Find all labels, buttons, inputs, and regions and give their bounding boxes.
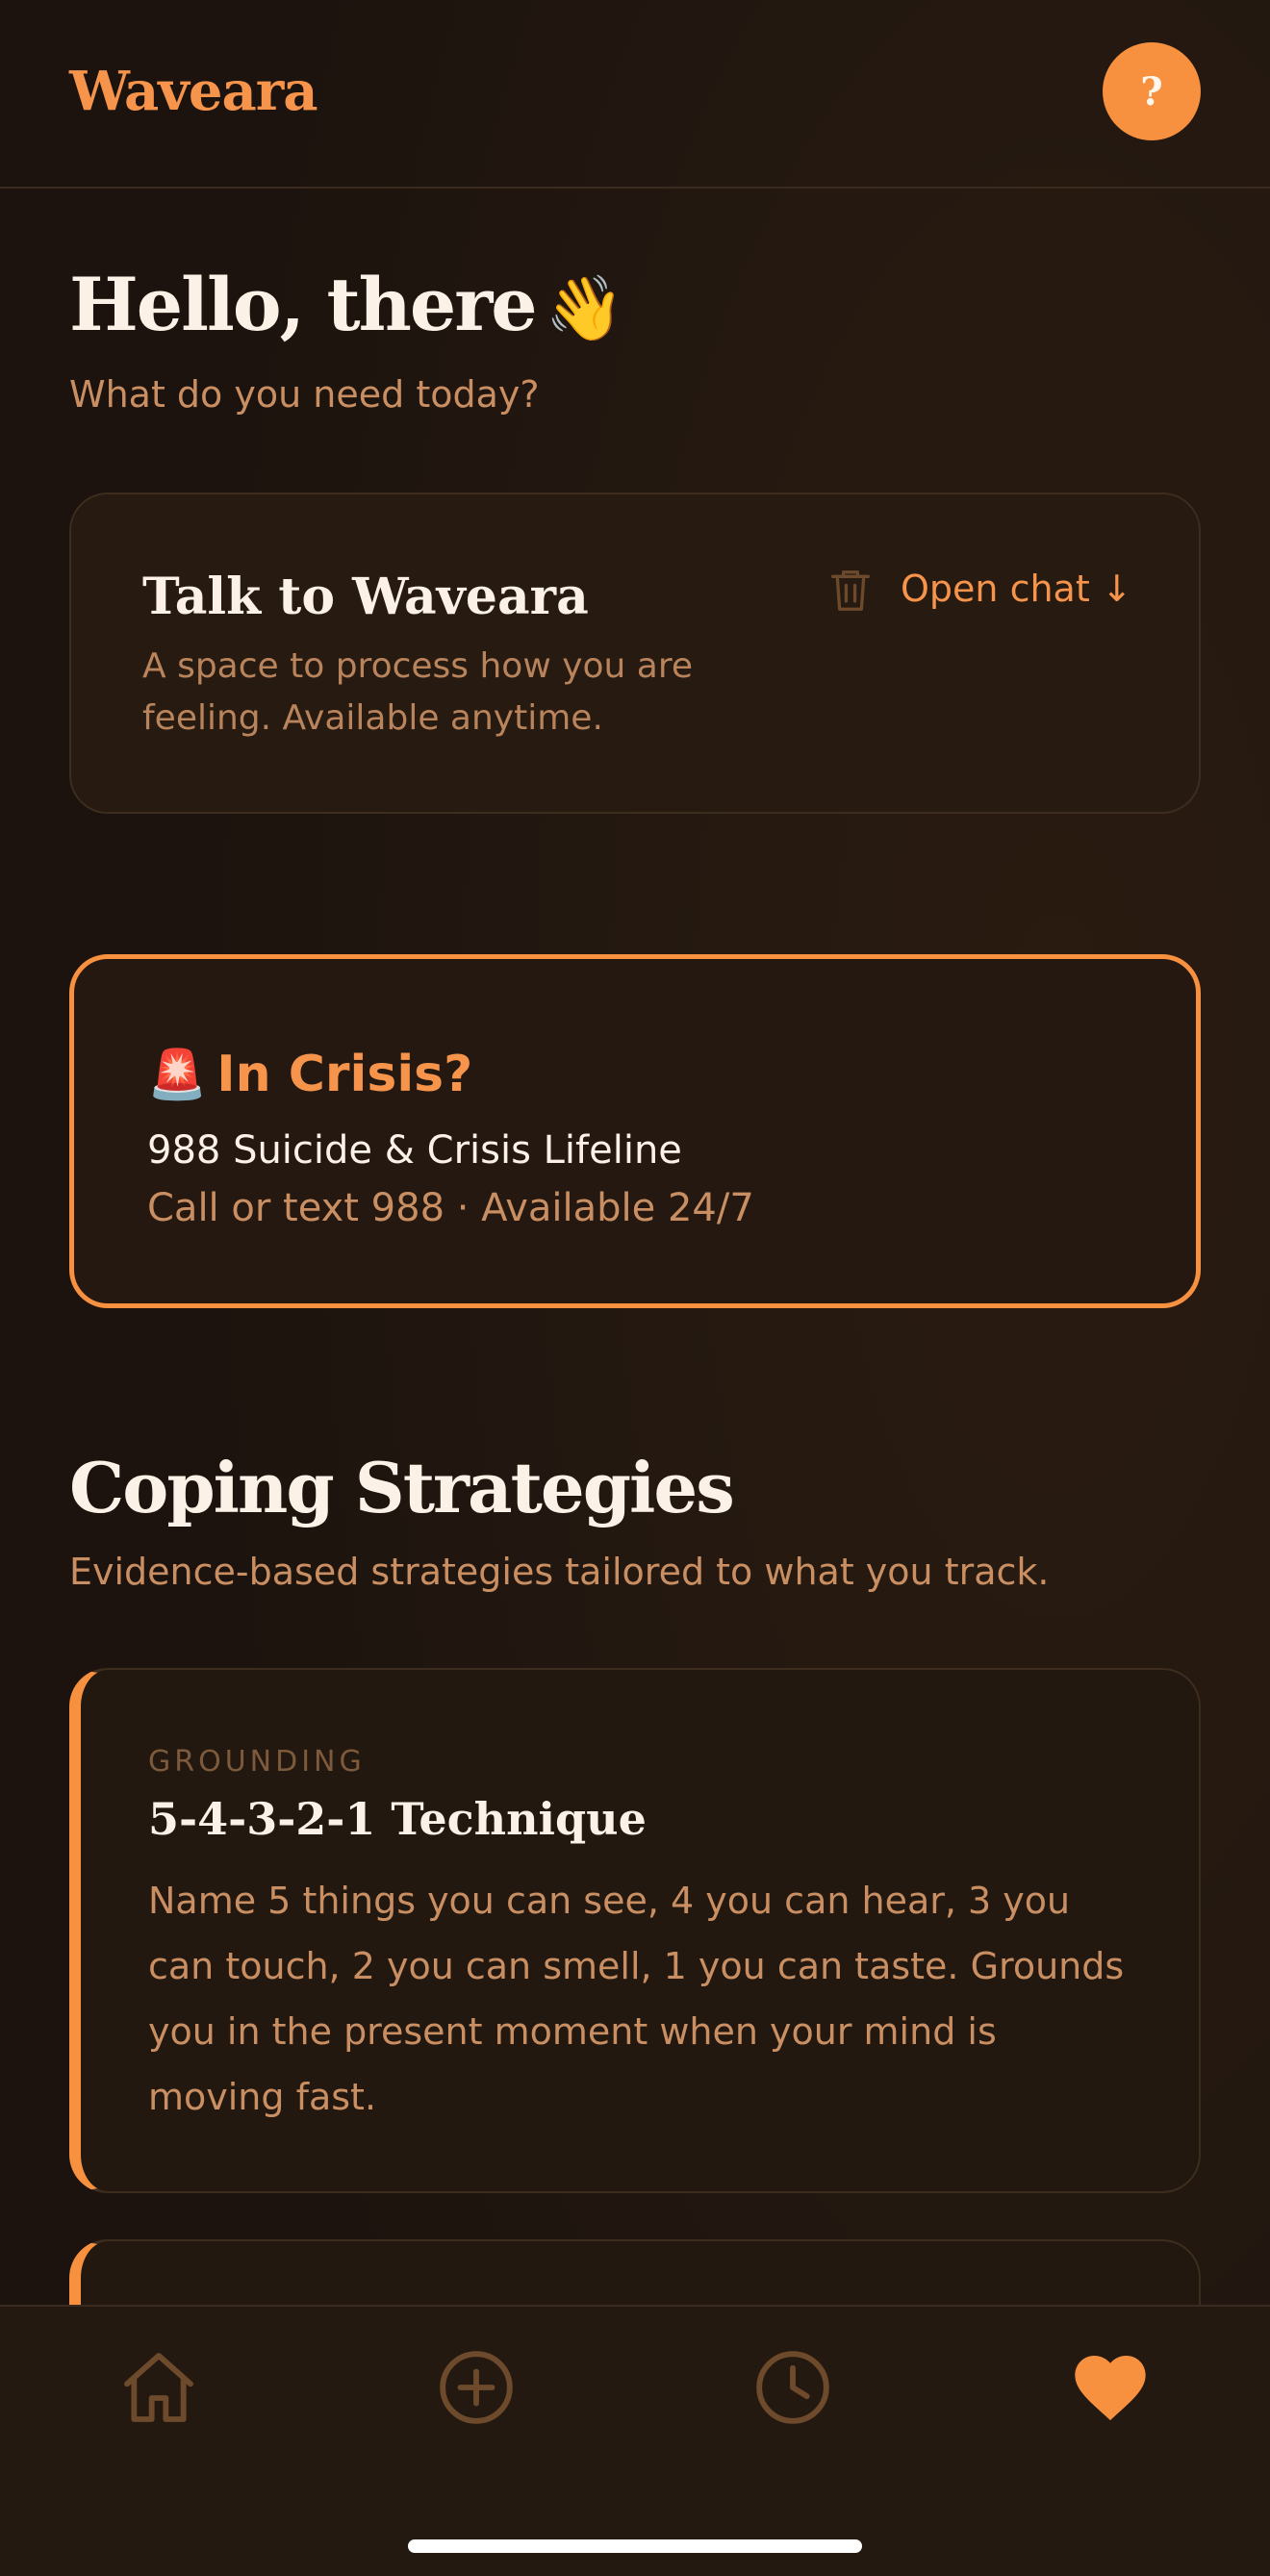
app-header: Waveara ? — [0, 0, 1270, 189]
strategy-category: GROUNDING — [148, 1745, 366, 1779]
bottom-tab-bar — [0, 2305, 1270, 2576]
home-indicator — [408, 2539, 862, 2553]
crisis-card[interactable]: 🚨 In Crisis? 988 Suicide & Crisis Lifelin… — [69, 954, 1201, 1308]
clock-icon — [756, 2351, 829, 2424]
strategy-description: Name 5 things you can see, 4 you can hea… — [148, 1880, 1125, 2118]
trash-icon[interactable] — [829, 568, 872, 614]
open-chat-button[interactable]: Open chat ↓ — [901, 568, 1132, 610]
tab-coping[interactable] — [1068, 2345, 1153, 2430]
crisis-availability: Call or text 988 · Available 24/7 — [147, 1186, 754, 1230]
waving-hand-icon: 👋 — [545, 270, 624, 345]
talk-card-description: A space to process how you are feeling. … — [142, 646, 694, 738]
talk-card[interactable]: Talk to Waveara A space to process how y… — [69, 492, 1201, 814]
siren-icon: 🚨 — [147, 1047, 208, 1102]
tab-home[interactable] — [116, 2345, 201, 2430]
coping-section-subtitle: Evidence-based strategies tailored to wh… — [69, 1551, 1050, 1593]
crisis-title-text: In Crisis? — [216, 1046, 473, 1103]
strategy-card[interactable]: GROUNDING 5-4-3-2-1 Technique Name 5 thi… — [69, 1668, 1201, 2193]
home-icon — [124, 2353, 193, 2422]
crisis-title: 🚨 In Crisis? — [147, 1046, 472, 1103]
greeting-subtitle: What do you need today? — [69, 373, 540, 416]
heart-icon — [1075, 2356, 1146, 2421]
help-button[interactable]: ? — [1103, 42, 1201, 140]
strategy-title: 5-4-3-2-1 Technique — [148, 1793, 647, 1845]
crisis-lifeline-name: 988 Suicide & Crisis Lifeline — [147, 1128, 682, 1173]
greeting-text: Hello, there — [69, 262, 538, 347]
greeting-heading: Hello, there 👋 — [69, 262, 624, 347]
coping-section-title: Coping Strategies — [69, 1447, 735, 1528]
app-screen: Waveara ? Hello, there 👋 What do you need… — [0, 0, 1270, 2576]
talk-card-title: Talk to Waveara — [142, 568, 589, 626]
tab-add-entry[interactable] — [434, 2345, 519, 2430]
tab-history[interactable] — [750, 2345, 835, 2430]
app-logo[interactable]: Waveara — [69, 60, 318, 123]
plus-circle-icon — [440, 2351, 513, 2424]
